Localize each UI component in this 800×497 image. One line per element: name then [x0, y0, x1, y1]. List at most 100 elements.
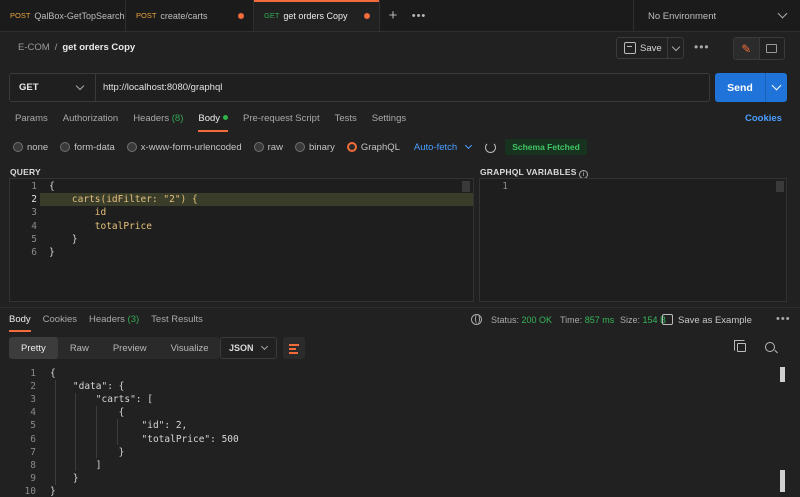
tab-pre-request-script[interactable]: Pre-request Script	[243, 113, 320, 124]
breadcrumb-separator: /	[54, 42, 58, 53]
radio-graphql[interactable]: GraphQL	[346, 141, 400, 153]
copy-icon[interactable]	[734, 340, 746, 352]
tab-params[interactable]: Params	[15, 113, 48, 124]
chevron-down-icon	[75, 81, 85, 91]
radio-form-data[interactable]: form-data	[60, 142, 115, 153]
scrollbar-thumb[interactable]	[780, 367, 785, 382]
response-more-icon[interactable]: •••	[776, 313, 791, 325]
radio-label: raw	[267, 141, 283, 153]
line-text: {	[50, 407, 125, 419]
view-visualize[interactable]: Visualize	[159, 337, 221, 359]
tab-qalbox[interactable]: POST QalBox-GetTopSearches	[0, 0, 126, 31]
radio-x-www-form-urlencoded[interactable]: x-www-form-urlencoded	[126, 141, 242, 153]
globe-icon[interactable]	[471, 314, 482, 325]
code-line: 10}	[6, 485, 426, 497]
scrollbar-thumb[interactable]	[780, 470, 785, 492]
radio-label: x-www-form-urlencoded	[140, 141, 242, 153]
tab-get-orders-copy[interactable]: GET get orders Copy	[254, 0, 380, 31]
response-headers-count: (3)	[127, 314, 140, 325]
edit-pencil-icon[interactable]: ✎	[734, 38, 760, 59]
radio-binary[interactable]: binary	[294, 142, 335, 153]
radio-raw[interactable]: raw	[253, 141, 283, 153]
pane-divider[interactable]	[0, 307, 800, 308]
body-type-selector: none form-data x-www-form-urlencoded raw…	[13, 139, 587, 155]
view-toggle: ✎	[733, 37, 785, 60]
new-tab-plus-icon[interactable]: +	[380, 0, 406, 31]
environment-selector[interactable]: No Environment	[633, 0, 800, 32]
scrollbar-thumb[interactable]	[462, 181, 470, 192]
line-number: 5	[30, 420, 36, 432]
radio-circle	[60, 142, 71, 152]
unsaved-dot-icon	[364, 13, 370, 19]
more-actions-icon[interactable]: •••	[694, 40, 710, 54]
tab-headers-label: Headers	[133, 113, 170, 124]
save-dropdown-chevron-icon[interactable]	[667, 38, 683, 58]
save-button[interactable]: Save	[616, 37, 684, 59]
tab-title: create/carts	[160, 10, 208, 21]
line-number: 6	[31, 247, 37, 258]
line-text: id	[49, 207, 107, 219]
line-text: {	[49, 181, 55, 192]
status-readout: Status: 200 OK	[491, 315, 552, 325]
chevron-down-icon	[465, 141, 473, 150]
tab-headers[interactable]: Headers (8)	[133, 113, 183, 124]
line-text: "id": 2,	[50, 420, 188, 432]
response-tab-body[interactable]: Body	[9, 314, 31, 332]
view-preview[interactable]: Preview	[101, 337, 159, 359]
line-number: 7	[30, 446, 36, 458]
send-dropdown-chevron-icon[interactable]	[765, 73, 787, 102]
method-select[interactable]: GET	[10, 74, 96, 101]
view-raw[interactable]: Raw	[58, 337, 101, 359]
format-select[interactable]: JSON	[220, 337, 277, 359]
tab-authorization[interactable]: Authorization	[63, 113, 118, 124]
environment-label: No Environment	[648, 10, 717, 22]
body-active-dot-icon	[223, 115, 229, 120]
variables-label-text: GRAPHQL VARIABLES	[480, 167, 577, 177]
line-text: {	[50, 368, 56, 379]
code-line: 2 "data": {	[6, 380, 426, 393]
response-tab-headers[interactable]: Headers (3)	[89, 314, 139, 325]
view-pretty[interactable]: Pretty	[9, 337, 58, 359]
radio-circle	[294, 142, 305, 152]
url-bar: GET http://localhost:8080/graphql	[9, 73, 710, 102]
auto-fetch-dropdown[interactable]: Auto-fetch	[414, 141, 473, 153]
size-readout: Size: 154 B	[620, 315, 666, 325]
radio-none[interactable]: none	[13, 142, 48, 153]
chevron-down-icon	[777, 8, 788, 19]
save-as-example-button[interactable]: Save as Example	[678, 315, 752, 326]
line-text: "data": {	[50, 381, 125, 393]
tab-body[interactable]: Body	[198, 113, 229, 132]
breadcrumb-request[interactable]: get orders Copy	[62, 42, 135, 53]
response-tab-test-results[interactable]: Test Results	[151, 314, 203, 325]
schema-fetched-badge: Schema Fetched	[505, 139, 587, 155]
radio-circle	[126, 142, 137, 152]
more-tabs-icon[interactable]: •••	[406, 0, 432, 31]
line-number: 3	[30, 394, 36, 406]
code-line: 7 }	[6, 446, 426, 459]
response-tab-cookies[interactable]: Cookies	[43, 314, 77, 325]
code-line: 5 }	[7, 233, 427, 246]
tab-method: POST	[136, 11, 157, 20]
size-label: Size:	[620, 315, 641, 325]
line-number: 3	[31, 207, 37, 219]
code-line: 9 }	[6, 472, 426, 485]
wrap-lines-icon[interactable]	[283, 337, 305, 359]
line-number: 9	[30, 472, 36, 484]
tab-tests[interactable]: Tests	[335, 113, 357, 124]
search-icon[interactable]	[765, 342, 775, 352]
breadcrumb-collection[interactable]: E-COM	[18, 42, 50, 53]
tab-create-carts[interactable]: POST create/carts	[126, 0, 254, 31]
radio-circle	[13, 142, 23, 152]
send-button[interactable]: Send	[715, 73, 787, 102]
code-line: 1{	[7, 180, 427, 193]
radio-label: GraphQL	[360, 141, 400, 153]
line-text: totalPrice	[49, 220, 152, 232]
line-text: }	[50, 446, 125, 458]
comments-icon[interactable]	[760, 38, 785, 59]
url-input[interactable]: http://localhost:8080/graphql	[96, 82, 222, 93]
tab-body-label: Body	[198, 113, 221, 124]
cookies-link[interactable]: Cookies	[745, 113, 782, 124]
variables-editor[interactable]	[479, 178, 787, 302]
tab-settings[interactable]: Settings	[372, 113, 406, 124]
refresh-schema-icon[interactable]	[485, 141, 497, 153]
